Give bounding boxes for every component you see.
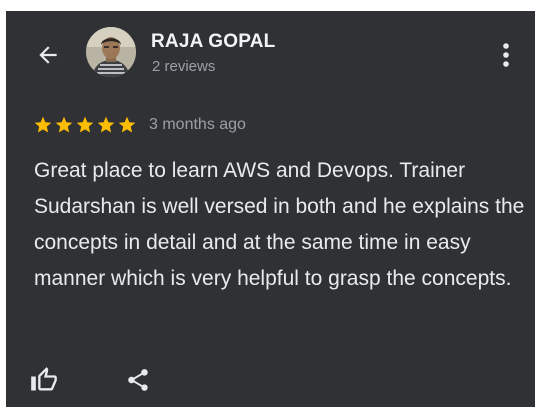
review-text: Great place to learn AWS and Devops. Tra… [34,159,525,290]
share-button[interactable] [122,364,154,396]
star-icon [34,116,52,133]
review-actions [28,364,154,396]
star-icon [97,116,115,133]
review-card: RAJA GOPAL 2 reviews 3 months ago Great … [6,11,535,407]
thumbs-up-icon [31,367,57,391]
more-vert-icon [503,43,509,67]
share-icon [128,369,148,391]
profile-photo [86,27,136,77]
avatar[interactable] [86,27,136,77]
rating-row: 3 months ago [33,113,246,137]
reviewer-review-count: 2 reviews [152,58,216,75]
more-options-button[interactable] [491,37,521,73]
star-rating [33,115,137,135]
back-button[interactable] [30,37,66,73]
star-icon [76,116,94,133]
like-button[interactable] [28,364,60,396]
arrow-back-icon [39,46,57,64]
star-icon [118,116,136,133]
star-icon [55,116,73,133]
reviewer-name[interactable]: RAJA GOPAL [151,31,275,53]
review-header: RAJA GOPAL 2 reviews [6,11,535,91]
review-time: 3 months ago [149,116,246,133]
